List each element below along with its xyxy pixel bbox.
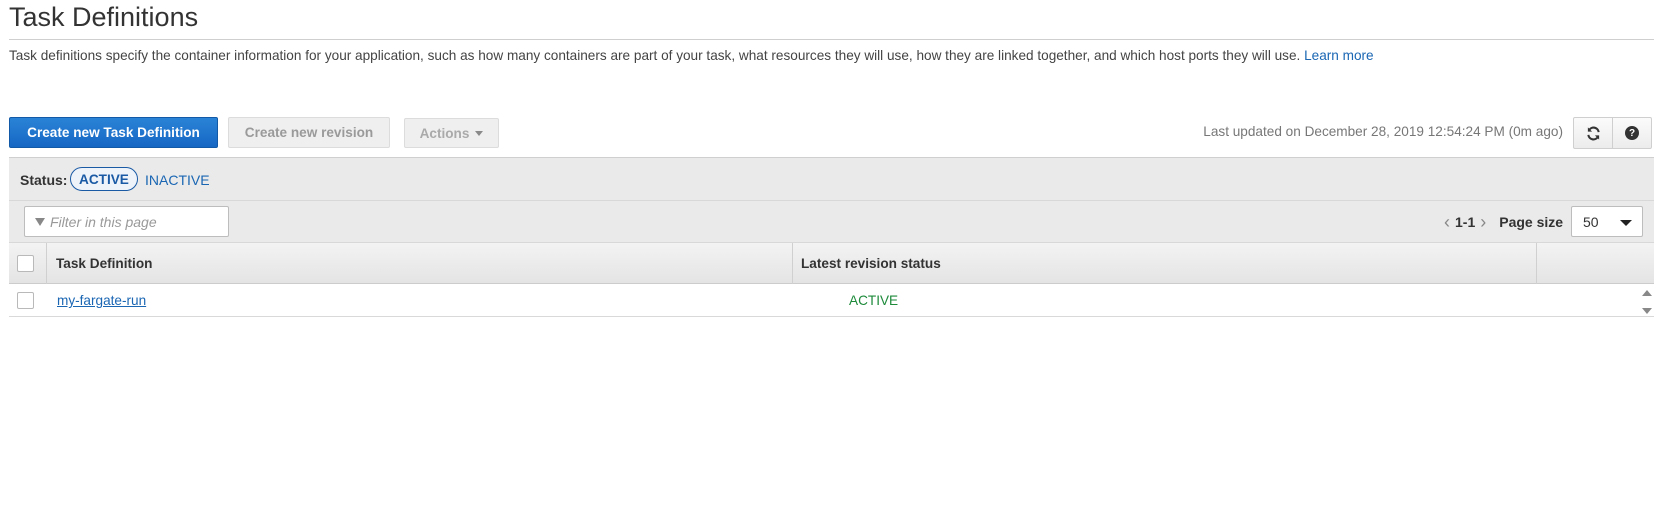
row-checkbox[interactable] <box>17 292 34 309</box>
table-header: Task Definition Latest revision status <box>9 243 1654 284</box>
actions-label: Actions <box>419 125 470 141</box>
caret-down-icon <box>1620 220 1632 226</box>
filter-placeholder: Filter in this page <box>50 213 157 230</box>
filter-icon <box>35 217 45 226</box>
page-size-value: 50 <box>1583 213 1599 230</box>
column-header-latest-revision-status[interactable]: Latest revision status <box>801 256 941 271</box>
description-text: Task definitions specify the container i… <box>9 48 1301 63</box>
page-description: Task definitions specify the container i… <box>9 48 1374 63</box>
column-divider <box>46 243 47 284</box>
task-definitions-page: Task Definitions Task definitions specif… <box>0 0 1663 505</box>
status-inactive-link[interactable]: INACTIVE <box>145 172 210 188</box>
filter-bar: Filter in this page ‹ 1-1 › Page size 50 <box>9 201 1654 243</box>
create-task-definition-button[interactable]: Create new Task Definition <box>9 117 218 148</box>
task-definition-link[interactable]: my-fargate-run <box>57 293 146 308</box>
help-icon: ? <box>1625 126 1639 140</box>
actions-dropdown-button[interactable]: Actions <box>404 118 499 148</box>
page-title: Task Definitions <box>9 2 199 32</box>
select-all-checkbox[interactable] <box>17 255 34 272</box>
title-divider <box>9 39 1654 40</box>
table-row: my-fargate-run ACTIVE <box>9 284 1654 317</box>
prev-page-icon[interactable]: ‹ <box>1444 213 1450 231</box>
column-header-task-definition[interactable]: Task Definition <box>56 256 152 271</box>
column-divider <box>1536 243 1537 284</box>
status-filter-bar: Status: ACTIVE INACTIVE <box>9 157 1654 201</box>
page-size-label: Page size <box>1499 214 1564 230</box>
column-divider <box>792 243 793 284</box>
help-button[interactable]: ? <box>1612 117 1652 149</box>
filter-input[interactable]: Filter in this page <box>24 206 229 237</box>
revision-status: ACTIVE <box>849 293 899 308</box>
create-new-revision-button[interactable]: Create new revision <box>228 117 390 148</box>
row-scroll-control[interactable] <box>1642 290 1652 314</box>
learn-more-link[interactable]: Learn more <box>1304 48 1374 63</box>
status-active-pill[interactable]: ACTIVE <box>70 167 138 191</box>
last-updated-text: Last updated on December 28, 2019 12:54:… <box>1203 124 1563 139</box>
task-definitions-table-panel: Status: ACTIVE INACTIVE Filter in this p… <box>9 157 1654 319</box>
page-range: 1-1 <box>1455 214 1476 230</box>
caret-down-icon <box>475 130 484 136</box>
scroll-up-icon[interactable] <box>1642 290 1652 296</box>
refresh-icon <box>1586 126 1600 140</box>
pagination: ‹ 1-1 › Page size <box>1439 213 1564 231</box>
status-label: Status: <box>20 172 68 188</box>
page-size-select[interactable]: 50 <box>1571 206 1643 237</box>
next-page-icon[interactable]: › <box>1480 213 1486 231</box>
scroll-down-icon[interactable] <box>1642 308 1652 314</box>
refresh-button[interactable] <box>1573 117 1613 149</box>
